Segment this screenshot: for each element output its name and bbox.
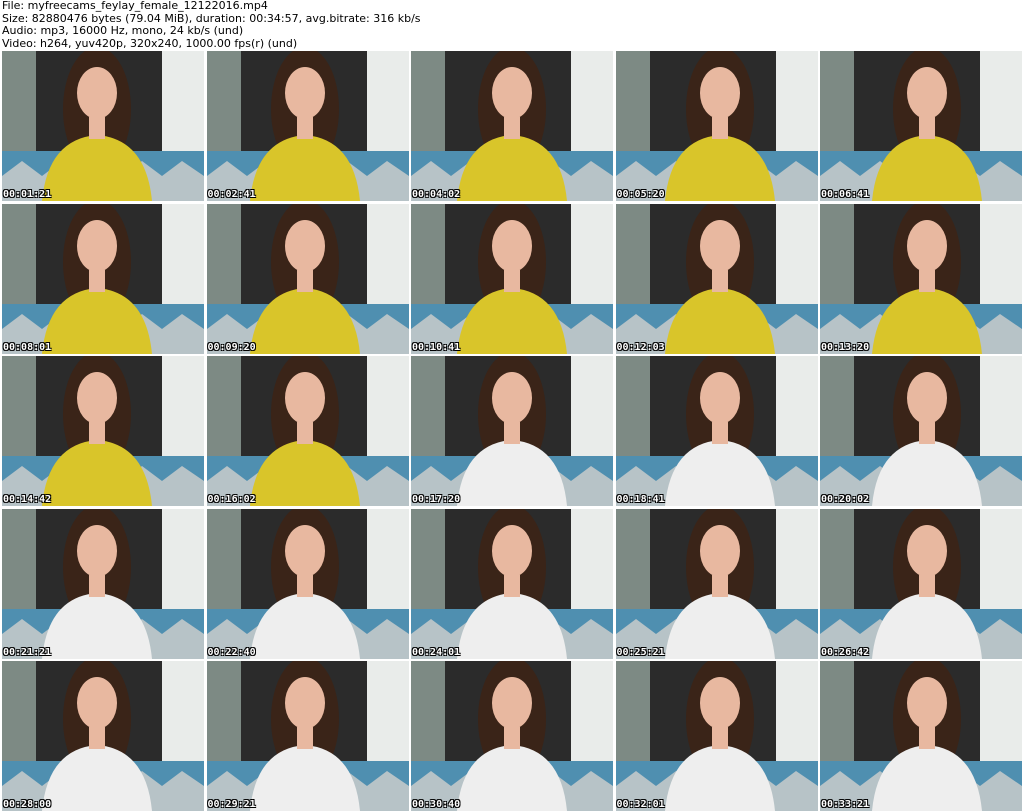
video-thumbnail[interactable]: 00:05:20	[615, 51, 818, 201]
video-thumbnail[interactable]: 00:33:21	[820, 661, 1022, 811]
video-frame-thumbnail-icon	[615, 661, 818, 811]
file-info-header: File: myfreecams_feylay_female_12122016.…	[2, 0, 1022, 50]
video-thumbnail[interactable]: 00:18:41	[615, 356, 818, 506]
thumbnail-timestamp: 00:28:00	[3, 799, 52, 810]
video-frame-thumbnail-icon	[206, 203, 409, 354]
video-frame-thumbnail-icon	[2, 356, 204, 506]
video-thumbnail[interactable]: 00:16:02	[206, 356, 409, 506]
video-frame-thumbnail-icon	[206, 356, 409, 506]
video-thumbnail[interactable]: 00:06:41	[820, 51, 1022, 201]
video-thumbnail[interactable]: 00:26:42	[820, 508, 1022, 659]
video-frame-thumbnail-icon	[411, 356, 613, 506]
thumbnail-timestamp: 00:22:40	[207, 646, 256, 658]
thumbnail-timestamp: 00:20:02	[821, 494, 870, 505]
video-thumbnail[interactable]: 00:28:00	[2, 661, 204, 811]
thumbnail-timestamp: 00:33:21	[821, 799, 870, 810]
video-frame-thumbnail-icon	[820, 508, 1022, 659]
video-frame-thumbnail-icon	[411, 203, 613, 354]
thumbnail-timestamp: 00:30:40	[412, 799, 461, 810]
video-thumbnail[interactable]: 00:32:01	[615, 661, 818, 811]
video-frame-thumbnail-icon	[820, 356, 1022, 506]
video-thumbnail[interactable]: 00:14:42	[2, 356, 204, 506]
video-thumbnail[interactable]: 00:25:21	[615, 508, 818, 659]
thumbnail-timestamp: 00:25:21	[616, 646, 665, 658]
video-thumbnail[interactable]: 00:12:03	[615, 203, 818, 354]
thumbnail-timestamp: 00:13:20	[821, 341, 870, 353]
thumbnail-timestamp: 00:26:42	[821, 646, 870, 658]
thumbnail-timestamp: 00:09:20	[207, 341, 256, 353]
video-frame-thumbnail-icon	[615, 508, 818, 659]
audio-info-line: Audio: mp3, 16000 Hz, mono, 24 kb/s (und…	[2, 25, 244, 37]
thumbnail-timestamp: 00:29:21	[207, 799, 256, 810]
video-thumbnail[interactable]: 00:13:20	[820, 203, 1022, 354]
video-frame-thumbnail-icon	[820, 203, 1022, 354]
thumbnail-grid: 00:01:21 00:02:41 00:04:02 00:05:20 00:06:41…	[2, 51, 1022, 811]
video-frame-thumbnail-icon	[206, 661, 409, 811]
video-thumbnail[interactable]: 00:02:41	[206, 51, 409, 201]
video-frame-thumbnail-icon	[206, 51, 409, 201]
thumbnail-timestamp: 00:21:21	[3, 646, 52, 658]
thumbnail-timestamp: 00:18:41	[616, 494, 665, 505]
video-thumbnail[interactable]: 00:30:40	[411, 661, 613, 811]
thumbnail-timestamp: 00:24:01	[412, 646, 461, 658]
file-size-line: Size: 82880476 bytes (79.04 MiB), durati…	[2, 12, 421, 25]
video-thumbnail[interactable]: 00:20:02	[820, 356, 1022, 506]
video-frame-thumbnail-icon	[206, 508, 409, 659]
video-frame-thumbnail-icon	[820, 661, 1022, 811]
thumbnail-timestamp: 00:17:20	[412, 494, 461, 505]
thumbnail-timestamp: 00:32:01	[616, 799, 665, 810]
video-thumbnail[interactable]: 00:22:40	[206, 508, 409, 659]
video-frame-thumbnail-icon	[615, 51, 818, 201]
video-thumbnail[interactable]: 00:24:01	[411, 508, 613, 659]
thumbnail-timestamp: 00:14:42	[3, 494, 52, 505]
video-frame-thumbnail-icon	[2, 203, 204, 354]
thumbnail-timestamp: 00:01:21	[3, 189, 52, 200]
video-frame-thumbnail-icon	[615, 356, 818, 506]
video-info-line: Video: h264, yuv420p, 320x240, 1000.00 f…	[2, 37, 298, 50]
video-thumbnail[interactable]: 00:01:21	[2, 51, 204, 201]
video-frame-thumbnail-icon	[411, 51, 613, 201]
thumbnail-timestamp: 00:06:41	[821, 189, 870, 200]
video-frame-thumbnail-icon	[820, 51, 1022, 201]
thumbnail-timestamp: 00:05:20	[616, 189, 665, 200]
video-frame-thumbnail-icon	[2, 51, 204, 201]
thumbnail-timestamp: 00:16:02	[207, 494, 256, 505]
thumbnail-timestamp: 00:12:03	[616, 341, 665, 353]
video-frame-thumbnail-icon	[2, 661, 204, 811]
video-frame-thumbnail-icon	[2, 508, 204, 659]
thumbnail-timestamp: 00:04:02	[412, 189, 461, 200]
video-thumbnail[interactable]: 00:21:21	[2, 508, 204, 659]
file-name-line: File: myfreecams_feylay_female_12122016.…	[2, 0, 268, 12]
thumbnail-timestamp: 00:08:01	[3, 341, 52, 353]
video-thumbnail[interactable]: 00:08:01	[2, 203, 204, 354]
video-thumbnail[interactable]: 00:04:02	[411, 51, 613, 201]
video-thumbnail[interactable]: 00:17:20	[411, 356, 613, 506]
video-frame-thumbnail-icon	[411, 661, 613, 811]
video-frame-thumbnail-icon	[615, 203, 818, 354]
video-thumbnail[interactable]: 00:29:21	[206, 661, 409, 811]
video-thumbnail[interactable]: 00:09:20	[206, 203, 409, 354]
thumbnail-timestamp: 00:10:41	[412, 341, 461, 353]
thumbnail-timestamp: 00:02:41	[207, 189, 256, 200]
video-thumbnail[interactable]: 00:10:41	[411, 203, 613, 354]
video-frame-thumbnail-icon	[411, 508, 613, 659]
